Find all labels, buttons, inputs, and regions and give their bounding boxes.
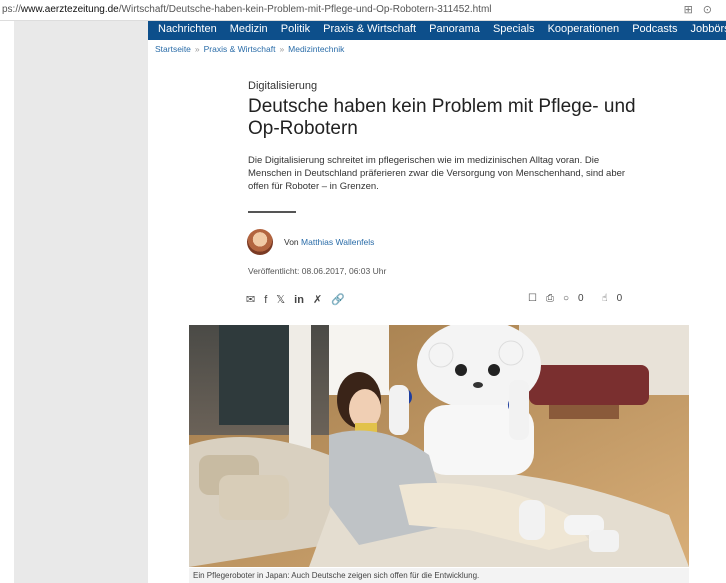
share-bar: ✉ f 𝕏in ✗ 🔗 — [246, 293, 354, 306]
publish-date: Veröffentlicht: 08.06.2017, 06:03 Uhr — [248, 266, 387, 276]
link-icon[interactable]: 🔗 — [331, 293, 345, 306]
nav-item-panorama[interactable]: Panorama — [429, 23, 480, 35]
breadcrumb-medizintechnik[interactable]: Medizintechnik — [288, 44, 344, 54]
breadcrumb-praxis-wirtschaft[interactable]: Praxis & Wirtschaft — [204, 44, 276, 54]
x-twitter-icon[interactable]: 𝕏 — [276, 293, 285, 306]
article-lead: Die Digitalisierung schreitet im pfleger… — [248, 155, 626, 192]
nav-item-nachrichten[interactable]: Nachrichten — [158, 23, 217, 35]
print-icon[interactable]: ⎙ — [546, 293, 554, 304]
article-title: Deutsche haben kein Problem mit Pflege- … — [248, 96, 636, 139]
reader-view-icon[interactable]: ⊞ — [684, 4, 703, 16]
nav-item-politik[interactable]: Politik — [281, 23, 310, 35]
nav-item-jobboerse[interactable]: Jobbörse — [691, 23, 726, 35]
article-image — [189, 325, 689, 567]
byline: Von Matthias Wallenfels — [284, 237, 375, 247]
browser-toolbar-icons: ⊞⊙ — [684, 0, 722, 20]
profile-icon[interactable]: ⊙ — [703, 4, 722, 16]
breadcrumb: Startseite» Praxis & Wirtschaft» Medizinte… — [155, 44, 345, 54]
image-caption: Ein Pflegeroboter in Japan: Auch Deutsch… — [189, 568, 689, 583]
left-margin — [0, 21, 14, 583]
comments-button[interactable]: ○ 0 — [563, 293, 593, 304]
like-button[interactable]: ☝ 0 — [602, 293, 632, 304]
mail-icon[interactable]: ✉ — [246, 293, 255, 306]
article-actions: ☐ ⎙ ○ 0 ☝ 0 — [528, 293, 640, 304]
nav-item-medizin[interactable]: Medizin — [230, 23, 268, 35]
thumbs-up-icon: ☝ — [601, 293, 608, 304]
linkedin-icon[interactable]: in — [294, 294, 304, 306]
divider — [248, 211, 296, 213]
breadcrumb-home[interactable]: Startseite — [155, 44, 191, 54]
article-kicker: Digitalisierung — [248, 80, 318, 92]
url-text[interactable]: ps://www.aerztezeitung.de/Wirtschaft/Deu… — [2, 0, 492, 20]
author-avatar[interactable] — [247, 229, 273, 255]
nav-item-podcasts[interactable]: Podcasts — [632, 23, 677, 35]
nav-item-specials[interactable]: Specials — [493, 23, 535, 35]
nursing-robot-photo — [189, 325, 689, 567]
main-navigation: Nachrichten Medizin Politik Praxis & Wir… — [148, 21, 726, 40]
comment-icon: ○ — [562, 293, 570, 304]
nav-item-praxis-wirtschaft[interactable]: Praxis & Wirtschaft — [323, 23, 416, 35]
author-link[interactable]: Matthias Wallenfels — [301, 237, 374, 247]
bookmark-icon[interactable]: ☐ — [528, 293, 537, 304]
browser-address-bar[interactable]: ps://www.aerztezeitung.de/Wirtschaft/Deu… — [0, 0, 726, 21]
xing-icon[interactable]: ✗ — [313, 293, 322, 306]
nav-item-kooperationen[interactable]: Kooperationen — [548, 23, 620, 35]
facebook-icon[interactable]: f — [264, 294, 267, 306]
